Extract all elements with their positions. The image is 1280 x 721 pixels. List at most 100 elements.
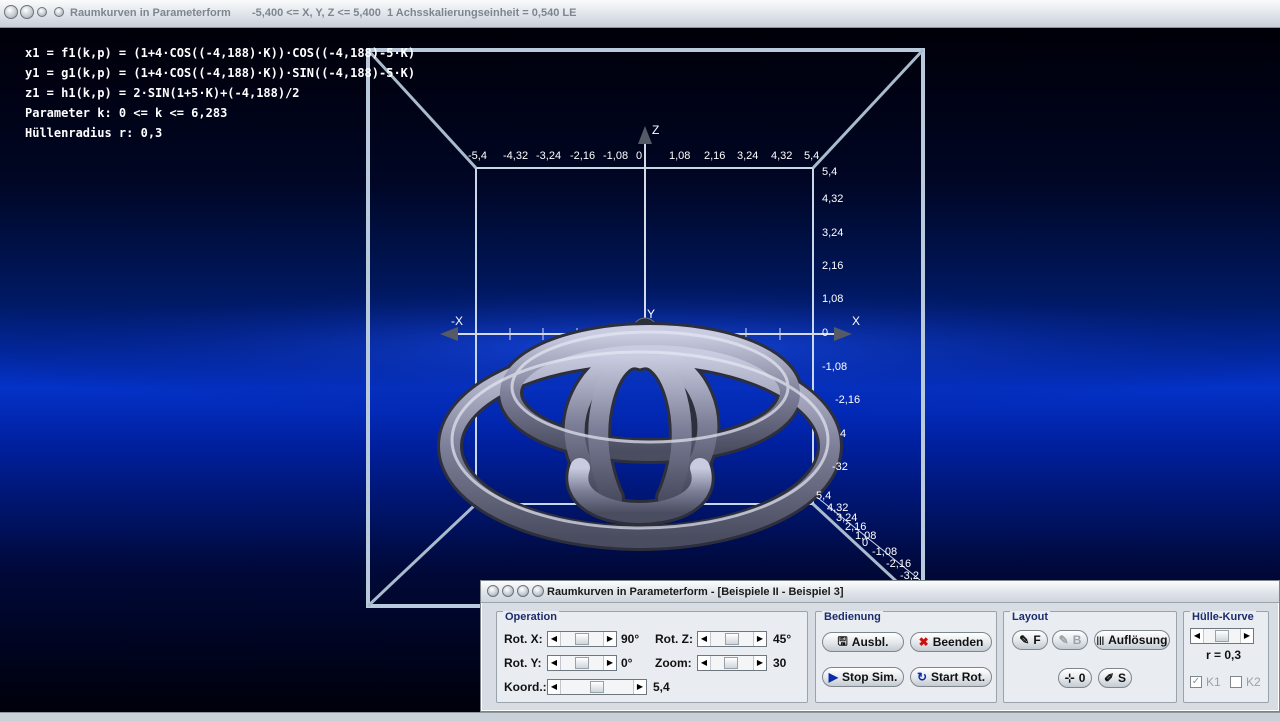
dialog-maximize-icon[interactable] bbox=[517, 585, 529, 597]
scroll-right-icon[interactable]: ▶ bbox=[603, 632, 616, 646]
right-tick: 0 bbox=[822, 327, 829, 339]
diag-tick: -1,08 bbox=[872, 546, 898, 558]
aufloesung-button[interactable]: ||| Auflösung bbox=[1094, 630, 1170, 650]
box-edge-bl bbox=[366, 502, 478, 608]
layout-group: Layout ✎ F ✎ B ||| Auflösung ⊹ 0 ✐ S bbox=[1003, 611, 1177, 703]
scroll-left-icon[interactable]: ◀ bbox=[698, 656, 711, 670]
zoom-value: 30 bbox=[773, 656, 787, 670]
play-icon: ▶ bbox=[828, 670, 838, 684]
s-label: S bbox=[1118, 671, 1127, 685]
rot-z-slider[interactable]: ◀ ▶ bbox=[697, 631, 767, 647]
zoom-slider[interactable]: ◀ ▶ bbox=[697, 655, 767, 671]
dialog-close-icon[interactable] bbox=[487, 585, 499, 597]
diag-tick: -2,16 bbox=[886, 558, 912, 570]
y-axis-label: Y bbox=[647, 307, 656, 321]
formula-radius: Hüllenradius r: 0,3 bbox=[25, 126, 163, 140]
top-tick: 3,24 bbox=[737, 150, 759, 162]
scroll-right-icon[interactable]: ▶ bbox=[1240, 629, 1253, 643]
top-tick: 2,16 bbox=[704, 150, 726, 162]
huelle-kurve-group: Hülle-Kurve ◀ ▶ r = 0,3 ✓ K1 K2 bbox=[1183, 611, 1269, 703]
rot-x-value: 90° bbox=[621, 632, 640, 646]
resolution-icon: ||| bbox=[1096, 635, 1105, 645]
f-button[interactable]: ✎ F bbox=[1012, 630, 1048, 650]
slider-thumb[interactable] bbox=[575, 633, 589, 645]
main-title-bar: Raumkurven in Parameterform -5,400 <= X,… bbox=[0, 0, 1280, 28]
box-edge-tr bbox=[811, 48, 925, 170]
formula-y1: y1 = g1(k,p) = (1+4·COS((-4,188)·K))·SIN… bbox=[25, 66, 416, 80]
scroll-left-icon[interactable]: ◀ bbox=[548, 656, 561, 670]
top-tick: -5,4 bbox=[468, 150, 487, 162]
radius-value: r = 0,3 bbox=[1206, 648, 1242, 662]
k2-label: K2 bbox=[1246, 675, 1261, 689]
x-axis-label: X bbox=[852, 314, 861, 328]
huelle-kurve-title: Hülle-Kurve bbox=[1190, 611, 1256, 623]
dialog-menu-icon[interactable] bbox=[532, 585, 544, 597]
bedienung-title: Bedienung bbox=[822, 611, 883, 623]
z-axis-arrow bbox=[638, 126, 652, 144]
scroll-left-icon[interactable]: ◀ bbox=[548, 680, 561, 694]
k2-checkbox[interactable] bbox=[1230, 676, 1242, 688]
dialog-minimize-icon[interactable] bbox=[502, 585, 514, 597]
right-tick: -1,08 bbox=[822, 361, 848, 373]
rot-y-slider[interactable]: ◀ ▶ bbox=[547, 655, 617, 671]
stop-sim-button[interactable]: ▶ Stop Sim. bbox=[822, 667, 904, 687]
slider-thumb[interactable] bbox=[723, 657, 738, 669]
slider-thumb[interactable] bbox=[725, 633, 739, 645]
start-rot-button[interactable]: ↻ Start Rot. bbox=[910, 667, 992, 687]
top-tick: -4,32 bbox=[503, 150, 529, 162]
scroll-left-icon[interactable]: ◀ bbox=[1191, 629, 1204, 643]
scroll-left-icon[interactable]: ◀ bbox=[548, 632, 561, 646]
zoom-label: Zoom: bbox=[655, 656, 692, 670]
b-button[interactable]: ✎ B bbox=[1052, 630, 1088, 650]
scroll-right-icon[interactable]: ▶ bbox=[753, 632, 766, 646]
window-scale: 1 Achsskalierungseinheit = 0,540 LE bbox=[387, 7, 577, 19]
ausbl-label: Ausbl. bbox=[851, 635, 889, 649]
aufloesung-label: Auflösung bbox=[1108, 633, 1168, 647]
scroll-right-icon[interactable]: ▶ bbox=[633, 680, 646, 694]
control-dialog: Raumkurven in Parameterform - [Beispiele… bbox=[480, 580, 1280, 712]
rot-z-label: Rot. Z: bbox=[655, 632, 693, 646]
rot-z-value: 45° bbox=[773, 632, 792, 646]
top-tick: 1,08 bbox=[669, 150, 691, 162]
beenden-button[interactable]: ✖ Beenden bbox=[910, 632, 992, 652]
right-tick: -32 bbox=[832, 461, 848, 473]
slider-thumb[interactable] bbox=[575, 657, 589, 669]
rot-x-label: Rot. X: bbox=[504, 632, 543, 646]
rot-y-label: Rot. Y: bbox=[504, 656, 542, 670]
scroll-left-icon[interactable]: ◀ bbox=[698, 632, 711, 646]
rot-x-slider[interactable]: ◀ ▶ bbox=[547, 631, 617, 647]
koord-slider[interactable]: ◀ ▶ bbox=[547, 679, 647, 695]
top-tick: 4,32 bbox=[771, 150, 793, 162]
window-minimize-icon[interactable] bbox=[20, 5, 34, 19]
slider-thumb[interactable] bbox=[590, 681, 604, 693]
slider-thumb[interactable] bbox=[1215, 630, 1229, 642]
ausbl-button[interactable]: 🖫 Ausbl. bbox=[822, 632, 904, 652]
brush-icon: ✎ bbox=[1019, 633, 1030, 647]
window-maximize-icon[interactable] bbox=[37, 7, 47, 17]
f-label: F bbox=[1033, 633, 1041, 647]
b-label: B bbox=[1072, 633, 1082, 647]
right-tick: 4,32 bbox=[822, 193, 844, 205]
window-close-icon[interactable] bbox=[4, 5, 18, 19]
formula-x1: x1 = f1(k,p) = (1+4·COS((-4,188)·K))·COS… bbox=[25, 46, 416, 60]
k1-checkbox[interactable]: ✓ bbox=[1190, 676, 1202, 688]
bedienung-group: Bedienung 🖫 Ausbl. ✖ Beenden ▶ Stop Sim.… bbox=[815, 611, 997, 703]
scroll-right-icon[interactable]: ▶ bbox=[753, 656, 766, 670]
scroll-right-icon[interactable]: ▶ bbox=[603, 656, 616, 670]
koord-label: Koord.: bbox=[504, 680, 547, 694]
operation-group: Operation Rot. X: ◀ ▶ 90° Rot. Z: ◀ ▶ 45… bbox=[496, 611, 808, 703]
radius-slider[interactable]: ◀ ▶ bbox=[1190, 628, 1254, 644]
top-tick: 5,4 bbox=[804, 150, 820, 162]
operation-title: Operation bbox=[503, 611, 559, 623]
window-range: -5,400 <= X, Y, Z <= 5,400 bbox=[252, 7, 381, 19]
diag-tick: 5,4 bbox=[816, 490, 832, 502]
zero-button[interactable]: ⊹ 0 bbox=[1058, 668, 1092, 688]
s-button[interactable]: ✐ S bbox=[1098, 668, 1132, 688]
window-menu-icon[interactable] bbox=[54, 7, 64, 17]
right-tick: 5,4 bbox=[822, 166, 838, 178]
z-axis-label: Z bbox=[652, 123, 660, 137]
hide-icon: 🖫 bbox=[837, 633, 848, 648]
beenden-label: Beenden bbox=[932, 635, 984, 649]
diag-tick: 0 bbox=[862, 537, 869, 549]
formula-z1: z1 = h1(k,p) = 2·SIN(1+5·K)+(-4,188)/2 bbox=[25, 86, 300, 100]
